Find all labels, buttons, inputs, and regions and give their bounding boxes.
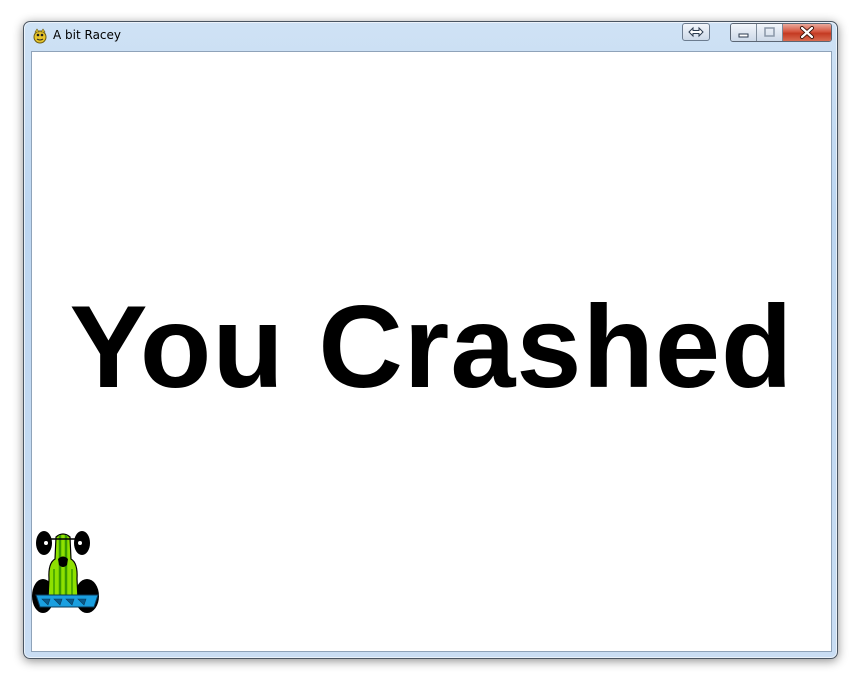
- title-bar[interactable]: A bit Racey: [24, 22, 837, 50]
- extra-arrow-button[interactable]: [682, 23, 710, 41]
- close-button[interactable]: [783, 24, 831, 41]
- close-icon: [800, 26, 814, 39]
- race-car-sprite: [32, 531, 99, 613]
- maximize-icon: [764, 27, 775, 37]
- game-window: A bit Racey You Crashed: [23, 21, 838, 659]
- double-arrow-icon: [688, 26, 704, 38]
- maximize-button[interactable]: [757, 24, 783, 41]
- pygame-snake-icon: [33, 28, 47, 44]
- game-canvas[interactable]: You Crashed: [31, 51, 832, 652]
- caption-buttons: [730, 23, 832, 42]
- crash-message: You Crashed: [69, 281, 794, 412]
- minimize-icon: [738, 33, 749, 38]
- minimize-button[interactable]: [731, 24, 757, 41]
- window-title: A bit Racey: [53, 28, 122, 42]
